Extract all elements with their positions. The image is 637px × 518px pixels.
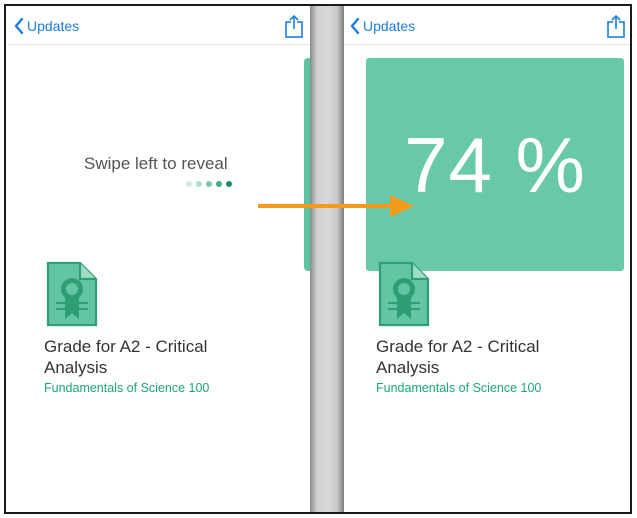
right-navbar: Updates: [344, 6, 630, 45]
dot: [196, 181, 202, 187]
back-button[interactable]: Updates: [14, 16, 79, 36]
certificate-icon: [378, 261, 430, 327]
course-link[interactable]: Fundamentals of Science 100: [376, 381, 541, 395]
grade-title: Grade for A2 - Critical Analysis: [376, 336, 606, 378]
right-screen: Updates 74 % Grade for A2 - Critical Ana…: [344, 6, 630, 512]
certificate-icon: [46, 261, 98, 327]
swipe-dots: [186, 181, 232, 187]
dot: [206, 181, 212, 187]
back-label: Updates: [27, 18, 80, 34]
dot: [186, 181, 192, 187]
screen-divider: [310, 6, 344, 512]
grade-card[interactable]: 74 %: [366, 58, 624, 271]
swipe-hint: Swipe left to reveal: [84, 154, 228, 173]
dot: [216, 181, 222, 187]
left-screen: Updates Swipe left to reveal Grade for A…: [8, 6, 310, 512]
course-link[interactable]: Fundamentals of Science 100: [44, 381, 209, 395]
comparison-frame: Updates Swipe left to reveal Grade for A…: [4, 4, 632, 514]
back-button[interactable]: Updates: [350, 16, 415, 36]
chevron-left-icon: [350, 18, 360, 34]
grade-title-line2: Analysis: [44, 358, 108, 377]
grade-title-line2: Analysis: [376, 358, 440, 377]
chevron-left-icon: [14, 18, 24, 34]
back-label: Updates: [363, 18, 416, 34]
grade-title-line1: Grade for A2 - Critical: [376, 337, 540, 356]
grade-title: Grade for A2 - Critical Analysis: [44, 336, 274, 378]
share-icon[interactable]: [606, 14, 626, 38]
dot: [226, 181, 232, 187]
share-icon[interactable]: [284, 14, 304, 38]
left-navbar: Updates: [8, 6, 310, 45]
grade-title-line1: Grade for A2 - Critical: [44, 337, 208, 356]
arrow-right-icon: [258, 195, 414, 217]
